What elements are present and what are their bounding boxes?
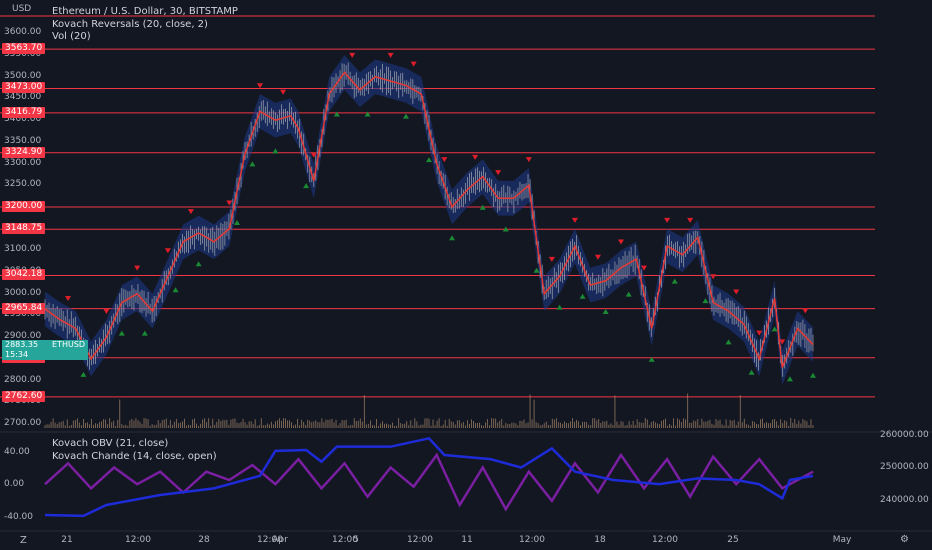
time-tick: 18 bbox=[594, 535, 606, 545]
time-tick: 21 bbox=[61, 535, 73, 545]
time-tick: Apr bbox=[272, 535, 288, 545]
legend-volume[interactable]: Vol (20) bbox=[52, 31, 91, 42]
price-tick: 3100.00 bbox=[4, 244, 42, 255]
symbol-price: 2883.35 bbox=[5, 340, 39, 349]
symbol-name: ETHUSD bbox=[52, 340, 86, 349]
symbol-price-tag: 2883.35 ETHUSD 15:34 bbox=[2, 340, 88, 360]
level-price-tag: 3473.00 bbox=[2, 82, 46, 94]
osc-right-tick: 240000.00 bbox=[880, 495, 929, 505]
time-tick: 12:00 bbox=[407, 535, 433, 545]
price-tick: 3600.00 bbox=[4, 27, 42, 38]
legend-kovach-reversals[interactable]: Kovach Reversals (20, close, 2) bbox=[52, 19, 208, 30]
level-price-tag: 3148.75 bbox=[2, 223, 46, 235]
time-tick: 5 bbox=[353, 535, 359, 545]
time-tick: 11 bbox=[461, 535, 473, 545]
chart-canvas[interactable] bbox=[0, 0, 932, 550]
time-tick: 25 bbox=[727, 535, 739, 545]
level-price-tag: 3416.79 bbox=[2, 106, 46, 118]
price-tick: 3250.00 bbox=[4, 179, 42, 190]
bar-countdown: 15:34 bbox=[5, 350, 29, 359]
time-tick: 12:00 bbox=[519, 535, 545, 545]
price-tick: 2700.00 bbox=[4, 418, 42, 428]
osc-left-tick: 0.00 bbox=[4, 479, 25, 489]
level-price-tag: 3324.90 bbox=[2, 146, 46, 158]
level-price-tag: 2965.84 bbox=[2, 302, 46, 314]
price-tick: 3500.00 bbox=[4, 70, 42, 81]
legend-symbol-title[interactable]: Ethereum / U.S. Dollar, 30, BITSTAMP bbox=[52, 6, 238, 17]
osc-left-tick: 40.00 bbox=[4, 447, 30, 457]
level-price-tag: 3042.18 bbox=[2, 269, 46, 281]
currency-label: USD bbox=[12, 4, 32, 14]
legend-kovach-obv[interactable]: Kovach OBV (21, close) bbox=[52, 438, 168, 449]
time-tick: 28 bbox=[198, 535, 210, 545]
level-price-tag: 3200.00 bbox=[2, 200, 46, 212]
level-price-tag: 2762.60 bbox=[2, 390, 46, 402]
zoom-icon[interactable]: Z bbox=[20, 535, 27, 546]
settings-icon[interactable]: ⚙ bbox=[900, 534, 909, 545]
legend-kovach-chande[interactable]: Kovach Chande (14, close, open) bbox=[52, 451, 217, 462]
level-price-tag: 3563.70 bbox=[2, 43, 46, 55]
osc-right-tick: 250000.00 bbox=[880, 462, 929, 472]
time-tick: 12:00 bbox=[125, 535, 151, 545]
osc-left-tick: -40.00 bbox=[4, 512, 34, 522]
time-tick: May bbox=[832, 535, 852, 545]
price-tick: 3350.00 bbox=[4, 135, 42, 146]
osc-right-tick: 260000.00 bbox=[880, 430, 929, 440]
price-tick: 3300.00 bbox=[4, 157, 42, 168]
time-tick: 12:00 bbox=[652, 535, 678, 545]
price-tick: 3000.00 bbox=[4, 287, 42, 298]
price-tick: 3450.00 bbox=[4, 92, 42, 103]
price-tick: 2800.00 bbox=[4, 374, 42, 385]
